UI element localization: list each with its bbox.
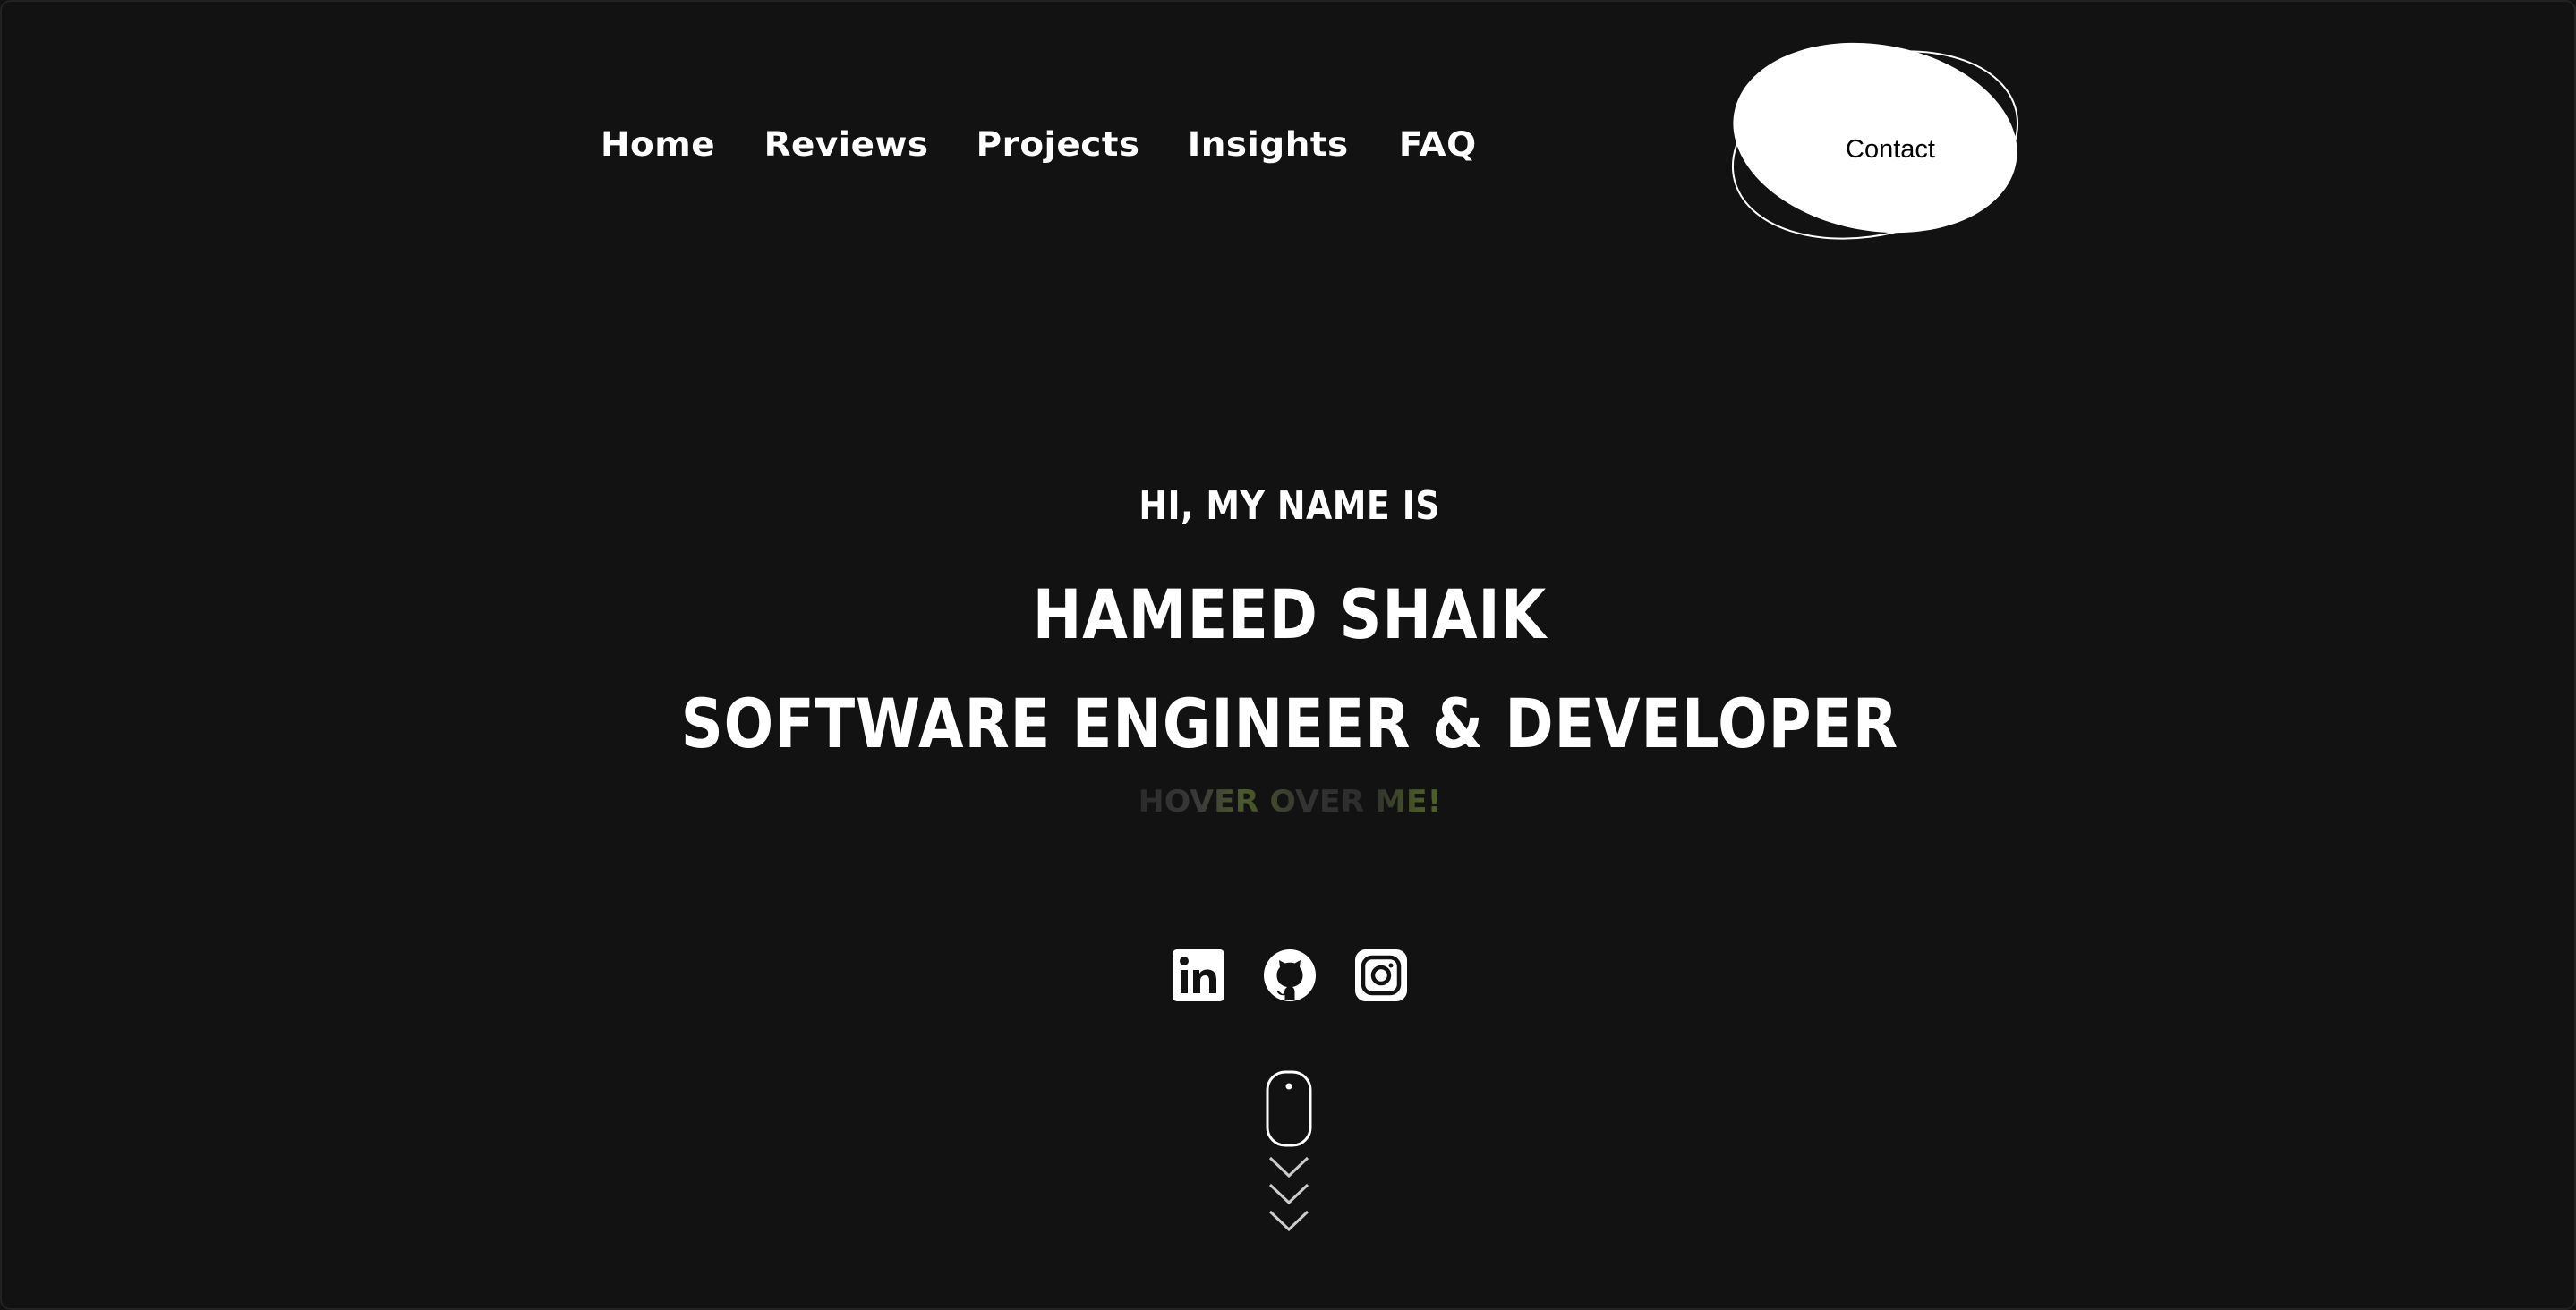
hover-hint-row: HOVER OVER ME! <box>2 784 2574 820</box>
hover-hint-text[interactable]: HOVER OVER ME! <box>1139 784 1442 820</box>
mouse-icon <box>1266 1070 1312 1147</box>
main-nav: Home Reviews Projects Insights FAQ <box>601 125 1477 164</box>
nav-insights-link[interactable]: Insights <box>1188 125 1349 164</box>
scroll-down-indicator[interactable] <box>1266 1070 1312 1237</box>
contact-button[interactable]: Contact <box>1725 34 2027 258</box>
nav-projects-link[interactable]: Projects <box>977 125 1140 164</box>
nav-home-link[interactable]: Home <box>601 125 715 164</box>
chevron-down-icon <box>1268 1183 1309 1205</box>
hero-name: HAMEED SHAIK <box>1032 574 1548 654</box>
chevron-down-icon <box>1268 1156 1309 1178</box>
hero-greeting: HI, MY NAME IS <box>1139 483 1441 529</box>
page-frame: Home Reviews Projects Insights FAQ Conta… <box>0 0 2576 1310</box>
hero-name-row: HAMEED SHAIK <box>2 574 2574 654</box>
hero-role-row: SOFTWARE ENGINEER & DEVELOPER <box>2 684 2574 763</box>
contact-button-label: Contact <box>1846 134 1935 164</box>
hero-greeting-row: HI, MY NAME IS <box>2 483 2574 529</box>
social-links <box>2 948 2574 1002</box>
instagram-icon[interactable] <box>1354 948 1408 1002</box>
nav-reviews-link[interactable]: Reviews <box>764 125 929 164</box>
github-icon[interactable] <box>1263 948 1317 1002</box>
linkedin-icon[interactable] <box>1172 948 1225 1002</box>
hero-role: SOFTWARE ENGINEER & DEVELOPER <box>680 684 1899 763</box>
chevron-down-icon <box>1268 1210 1309 1232</box>
nav-faq-link[interactable]: FAQ <box>1399 125 1477 164</box>
